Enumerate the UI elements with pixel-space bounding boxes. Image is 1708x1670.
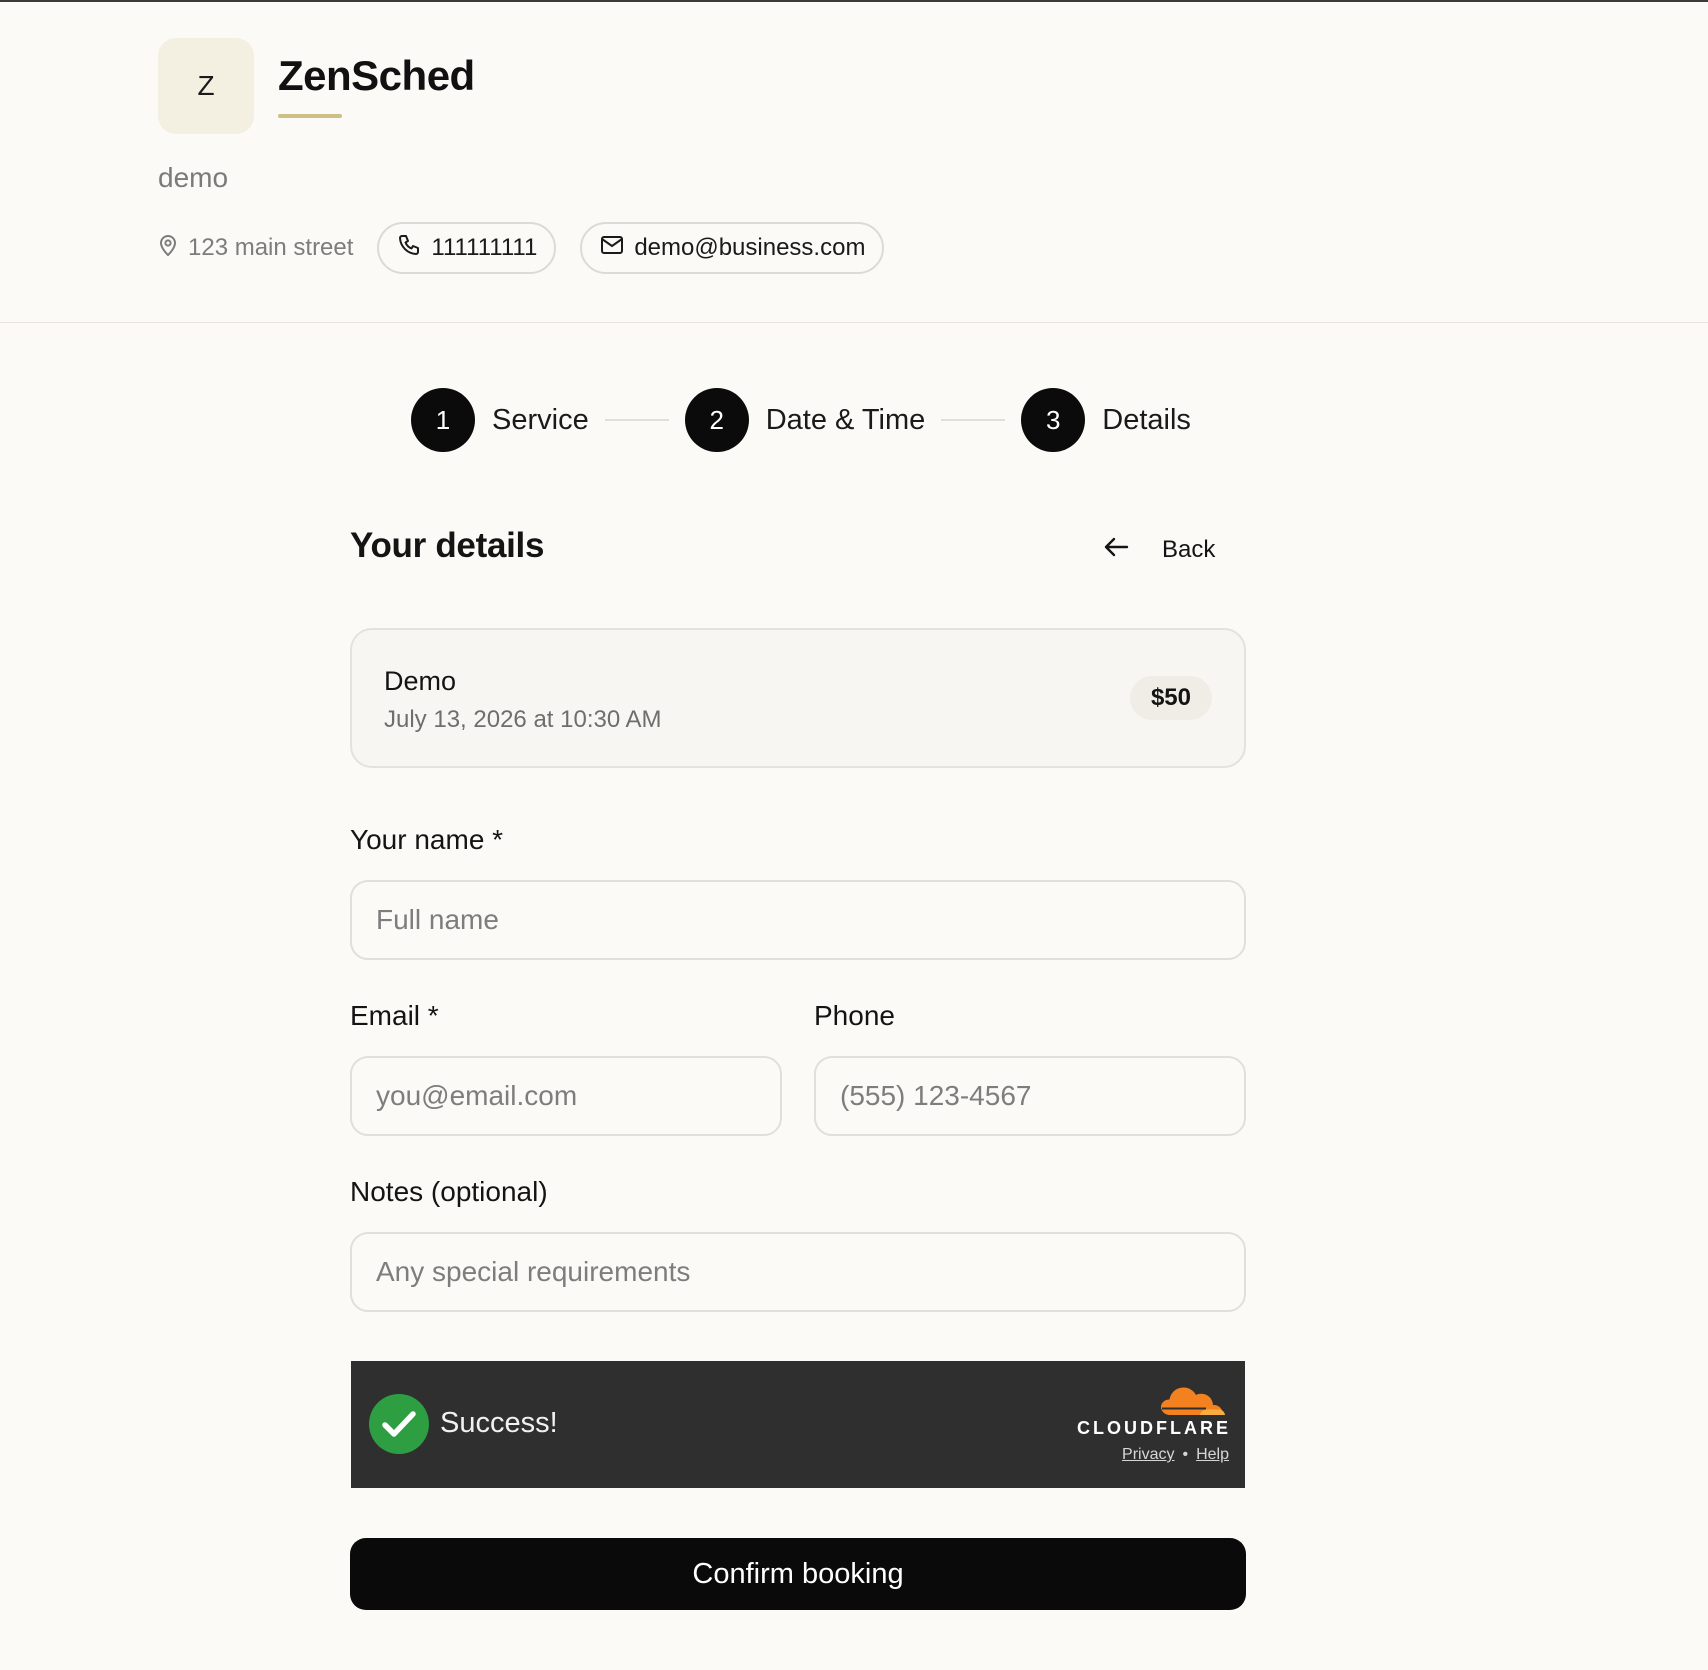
captcha-links: Privacy • Help xyxy=(1122,1446,1229,1464)
step-connector xyxy=(941,419,1006,421)
booking-summary-card: Demo July 13, 2026 at 10:30 AM $50 xyxy=(350,628,1246,768)
email-text: demo@business.com xyxy=(634,234,866,261)
name-label: Your name * xyxy=(350,824,504,855)
step-service: 1 Service xyxy=(411,388,589,452)
page-title: Your details xyxy=(350,526,545,565)
step-connector xyxy=(604,419,669,421)
email-pill[interactable]: demo@business.com xyxy=(580,222,885,274)
confirm-booking-button[interactable]: Confirm booking xyxy=(350,1538,1246,1610)
name-input[interactable] xyxy=(350,880,1246,960)
business-logo: Z xyxy=(158,38,254,134)
arrow-left-icon xyxy=(1102,535,1130,566)
email-label: Email * xyxy=(350,1000,439,1031)
phone-input[interactable] xyxy=(814,1056,1246,1136)
cloudflare-cloud-icon xyxy=(1156,1381,1230,1422)
phone-text: 111111111 xyxy=(431,234,538,261)
summary-service: Demo xyxy=(384,666,457,696)
contact-row: 123 main street 111111111 demo@business.… xyxy=(158,222,885,274)
captcha-widget[interactable]: Success! CLOUDFLARE Privacy • Help xyxy=(351,1361,1245,1488)
address-text: 123 main street xyxy=(188,234,354,261)
notes-label: Notes (optional) xyxy=(350,1176,548,1207)
summary-datetime: July 13, 2026 at 10:30 AM xyxy=(384,706,662,733)
phone-pill[interactable]: 111111111 xyxy=(377,222,557,274)
logo-initial: Z xyxy=(197,70,215,101)
address: 123 main street xyxy=(158,233,353,264)
step-label: Date & Time xyxy=(765,403,926,436)
business-header: Z ZenSched demo 123 main street 11111111… xyxy=(0,0,1708,323)
step-details: 3 Details xyxy=(1021,388,1191,452)
business-tagline: demo xyxy=(158,162,229,193)
phone-icon xyxy=(397,233,421,264)
step-label: Details xyxy=(1102,403,1191,436)
step-date-time: 2 Date & Time xyxy=(684,388,926,452)
email-input[interactable] xyxy=(350,1056,782,1136)
link-separator: • xyxy=(1182,1446,1189,1463)
step-number: 1 xyxy=(411,388,475,452)
notes-input[interactable] xyxy=(350,1232,1246,1312)
business-name: ZenSched xyxy=(278,52,475,99)
step-number: 2 xyxy=(684,388,749,452)
back-button[interactable]: Back xyxy=(1102,530,1215,570)
back-label: Back xyxy=(1162,536,1216,563)
brand-underline xyxy=(278,114,342,118)
step-number: 3 xyxy=(1021,388,1086,452)
privacy-link[interactable]: Privacy xyxy=(1122,1446,1174,1464)
phone-label: Phone xyxy=(814,1000,895,1031)
booking-stepper: 1 Service 2 Date & Time 3 Details xyxy=(411,388,1191,452)
mail-icon xyxy=(600,234,624,262)
success-check-icon xyxy=(369,1394,429,1454)
price-badge: $50 xyxy=(1129,676,1212,720)
cloudflare-logo-text: CLOUDFLARE xyxy=(1077,1418,1231,1438)
captcha-status: Success! xyxy=(440,1407,558,1439)
step-label: Service xyxy=(492,403,589,436)
help-link[interactable]: Help xyxy=(1196,1446,1229,1464)
map-pin-icon xyxy=(158,233,178,264)
